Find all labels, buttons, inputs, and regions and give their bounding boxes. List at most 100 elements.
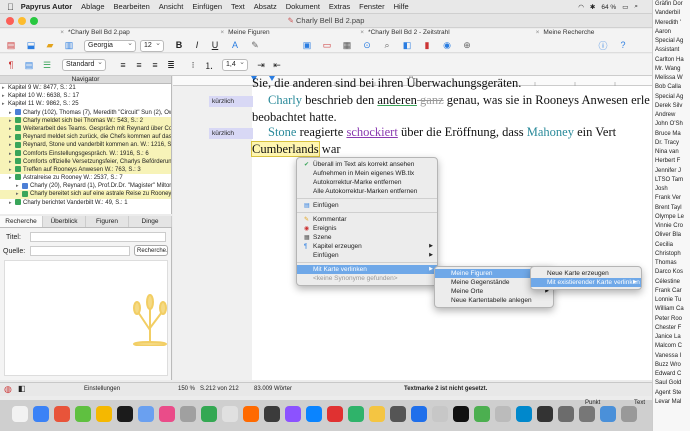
tab-dinge[interactable]: Dinge xyxy=(129,216,172,227)
zoom-label[interactable]: 150 % xyxy=(178,386,195,392)
dock-app-icon[interactable] xyxy=(180,406,196,422)
pen-icon[interactable]: ✎ xyxy=(248,38,262,52)
menu-item[interactable]: Mit existierender Karte verlinken ▶ xyxy=(531,278,641,287)
dock-app-icon[interactable] xyxy=(537,406,553,422)
dock-app-icon[interactable] xyxy=(117,406,133,422)
menu-ablage[interactable]: Ablage xyxy=(81,2,104,11)
navigator-row[interactable]: ▸ Reynard meldet sich zurück, die Chefs k… xyxy=(0,133,171,142)
character-list-item[interactable]: Frank Car xyxy=(653,287,690,296)
navigator-row[interactable]: ▸ Kapitel 10 W.: 6638, S.: 17 xyxy=(0,92,171,100)
dock-app-icon[interactable] xyxy=(138,406,154,422)
find-icon[interactable]: ⌕ xyxy=(380,38,394,52)
character-list-item[interactable]: Gräfin Dor xyxy=(653,0,690,9)
link-icon[interactable]: ⊙ xyxy=(360,38,374,52)
bookmark-icon[interactable]: ▮ xyxy=(420,38,434,52)
character-list-item[interactable]: Derek Silv xyxy=(653,102,690,111)
justify-icon[interactable]: ≣ xyxy=(164,58,178,72)
character-list-item[interactable]: Bruce Ma xyxy=(653,130,690,139)
battery-label[interactable]: 64 % xyxy=(601,4,616,11)
align-center-icon[interactable]: ≡ xyxy=(132,58,146,72)
menu-dokument[interactable]: Dokument xyxy=(286,2,320,11)
navigator-row[interactable]: ▸ Charly (102), Thomas (7), Meredith "Cir… xyxy=(0,108,171,117)
margin-comment-1[interactable]: kürzlich xyxy=(209,96,253,107)
dock-app-icon[interactable] xyxy=(243,406,259,422)
character-list-item[interactable]: Melissa W xyxy=(653,74,690,83)
character-list-item[interactable]: Herbert F xyxy=(653,157,690,166)
navigator-row[interactable]: ▸ Comforts Einstellungsgespräch. W.: 1916… xyxy=(0,149,171,158)
menu-item[interactable]: ¶ Kapitel erzeugen ▶ xyxy=(297,242,437,251)
list-icon[interactable]: ☰ xyxy=(40,58,54,72)
struck-word-ganz[interactable]: ganz xyxy=(417,93,444,107)
text-color-icon[interactable]: A xyxy=(228,38,242,52)
navigator-row[interactable]: ▸ Charly bereitet sich auf eine astrale R… xyxy=(0,190,171,199)
ruler-icon[interactable]: ▭ xyxy=(320,38,334,52)
dock-app-icon[interactable] xyxy=(201,406,217,422)
character-list-item[interactable]: Nina van xyxy=(653,148,690,157)
dock-app-icon[interactable] xyxy=(96,406,112,422)
save-icon[interactable]: ⬓ xyxy=(24,38,38,52)
character-list-item[interactable]: Thomas xyxy=(653,259,690,268)
align-left-icon[interactable]: ≡ xyxy=(116,58,130,72)
search-icon[interactable]: ⌕ xyxy=(634,3,638,11)
character-list-item[interactable]: Vanderbil xyxy=(653,9,690,18)
wifi-icon[interactable]: ◠ xyxy=(578,3,584,11)
character-list-item[interactable]: Vinnie Cro xyxy=(653,222,690,231)
navigator-row[interactable]: ▸ Weiterarbeit des Teams. Gespräch mit Re… xyxy=(0,124,171,134)
navigator-row[interactable]: ▸ Charly meldet sich bei Thomas W.: 543, … xyxy=(0,116,171,125)
character-list-item[interactable]: Buzz Wro xyxy=(653,361,690,370)
character-list-item[interactable]: Agent Ste xyxy=(653,389,690,398)
character-list-item[interactable]: Frank Ver xyxy=(653,194,690,203)
menu-extras[interactable]: Extras xyxy=(329,2,350,11)
character-list-item[interactable]: Edward C xyxy=(653,370,690,379)
text-line-3[interactable]: Stone reagierte schockiert über die Eröf… xyxy=(268,125,616,140)
navigator-icon[interactable]: ◧ xyxy=(400,38,414,52)
character-list-item[interactable]: Saul Gold xyxy=(653,379,690,388)
character-list-item[interactable]: Special Ag xyxy=(653,93,690,102)
menu-item[interactable]: ◉ Ereignis xyxy=(297,224,437,233)
character-list-item[interactable]: Special Ag xyxy=(653,37,690,46)
dock-app-icon[interactable] xyxy=(306,406,322,422)
character-list-item[interactable]: Carlton Ha xyxy=(653,56,690,65)
research-button[interactable]: Recherche... xyxy=(134,245,168,256)
character-list-item[interactable]: Oliver Bla xyxy=(653,231,690,240)
character-list-item[interactable]: William Ca xyxy=(653,305,690,314)
navigator-row[interactable]: ▸ Charly berichtet Vanderbilt W.: 49, S.:… xyxy=(0,199,171,207)
dock-app-icon[interactable] xyxy=(75,406,91,422)
character-list-item[interactable]: Vanessa I xyxy=(653,352,690,361)
indent-icon[interactable]: ⇥ xyxy=(254,58,268,72)
battery-icon[interactable]: ▭ xyxy=(622,3,628,11)
dock-app-icon[interactable] xyxy=(579,406,595,422)
menu-einfuegen[interactable]: Einfügen xyxy=(192,2,222,11)
character-list-item[interactable]: Janice La xyxy=(653,333,690,342)
style-select[interactable]: Standard xyxy=(62,58,106,71)
dock-app-icon[interactable] xyxy=(474,406,490,422)
help-icon[interactable]: ? xyxy=(616,38,630,52)
character-list-item[interactable]: Lonnie Tu xyxy=(653,296,690,305)
character-list-item[interactable]: Brent Tayl xyxy=(653,204,690,213)
zoom-icon[interactable]: ⊕ xyxy=(460,38,474,52)
character-list-item[interactable]: Aaron xyxy=(653,28,690,37)
font-size-select[interactable]: 12 xyxy=(140,39,164,52)
menu-item[interactable]: Aufnehmen in Mein eigenes WB.tlx xyxy=(297,169,437,178)
character-list-item[interactable]: Christoph xyxy=(653,250,690,259)
marked-word-schockiert[interactable]: schockiert xyxy=(346,125,397,139)
menu-item[interactable]: ✎ Kommentar xyxy=(297,215,437,224)
navigator-row[interactable]: ▸ Treffen auf Rooneys Anwesen W.: 763, S.… xyxy=(0,165,171,175)
menu-app[interactable]: Papyrus Autor xyxy=(21,2,72,11)
dock-app-icon[interactable] xyxy=(12,406,28,422)
tab-timeline[interactable]: × *Charly Bell Bd 2 - Zeitstrahl xyxy=(330,29,480,38)
character-list-item[interactable]: Darco Kos xyxy=(653,268,690,277)
figures-icon[interactable]: ◉ xyxy=(440,38,454,52)
italic-icon[interactable]: I xyxy=(190,38,204,52)
menu-absatz[interactable]: Absatz xyxy=(254,2,277,11)
chapter-icon[interactable]: ▤ xyxy=(22,58,36,72)
menu-item[interactable]: Alle Autokorrektur-Marken entfernen xyxy=(297,187,437,196)
tab-research[interactable]: × Meine Recherche xyxy=(490,29,640,38)
dock-app-icon[interactable] xyxy=(558,406,574,422)
dock-app-icon[interactable] xyxy=(432,406,448,422)
character-list-item[interactable]: Peter Roo xyxy=(653,315,690,324)
character-list-item[interactable]: Meredith ' xyxy=(653,19,690,28)
dock-app-icon[interactable] xyxy=(285,406,301,422)
dock-app-icon[interactable] xyxy=(222,406,238,422)
dock-app-icon[interactable] xyxy=(369,406,385,422)
